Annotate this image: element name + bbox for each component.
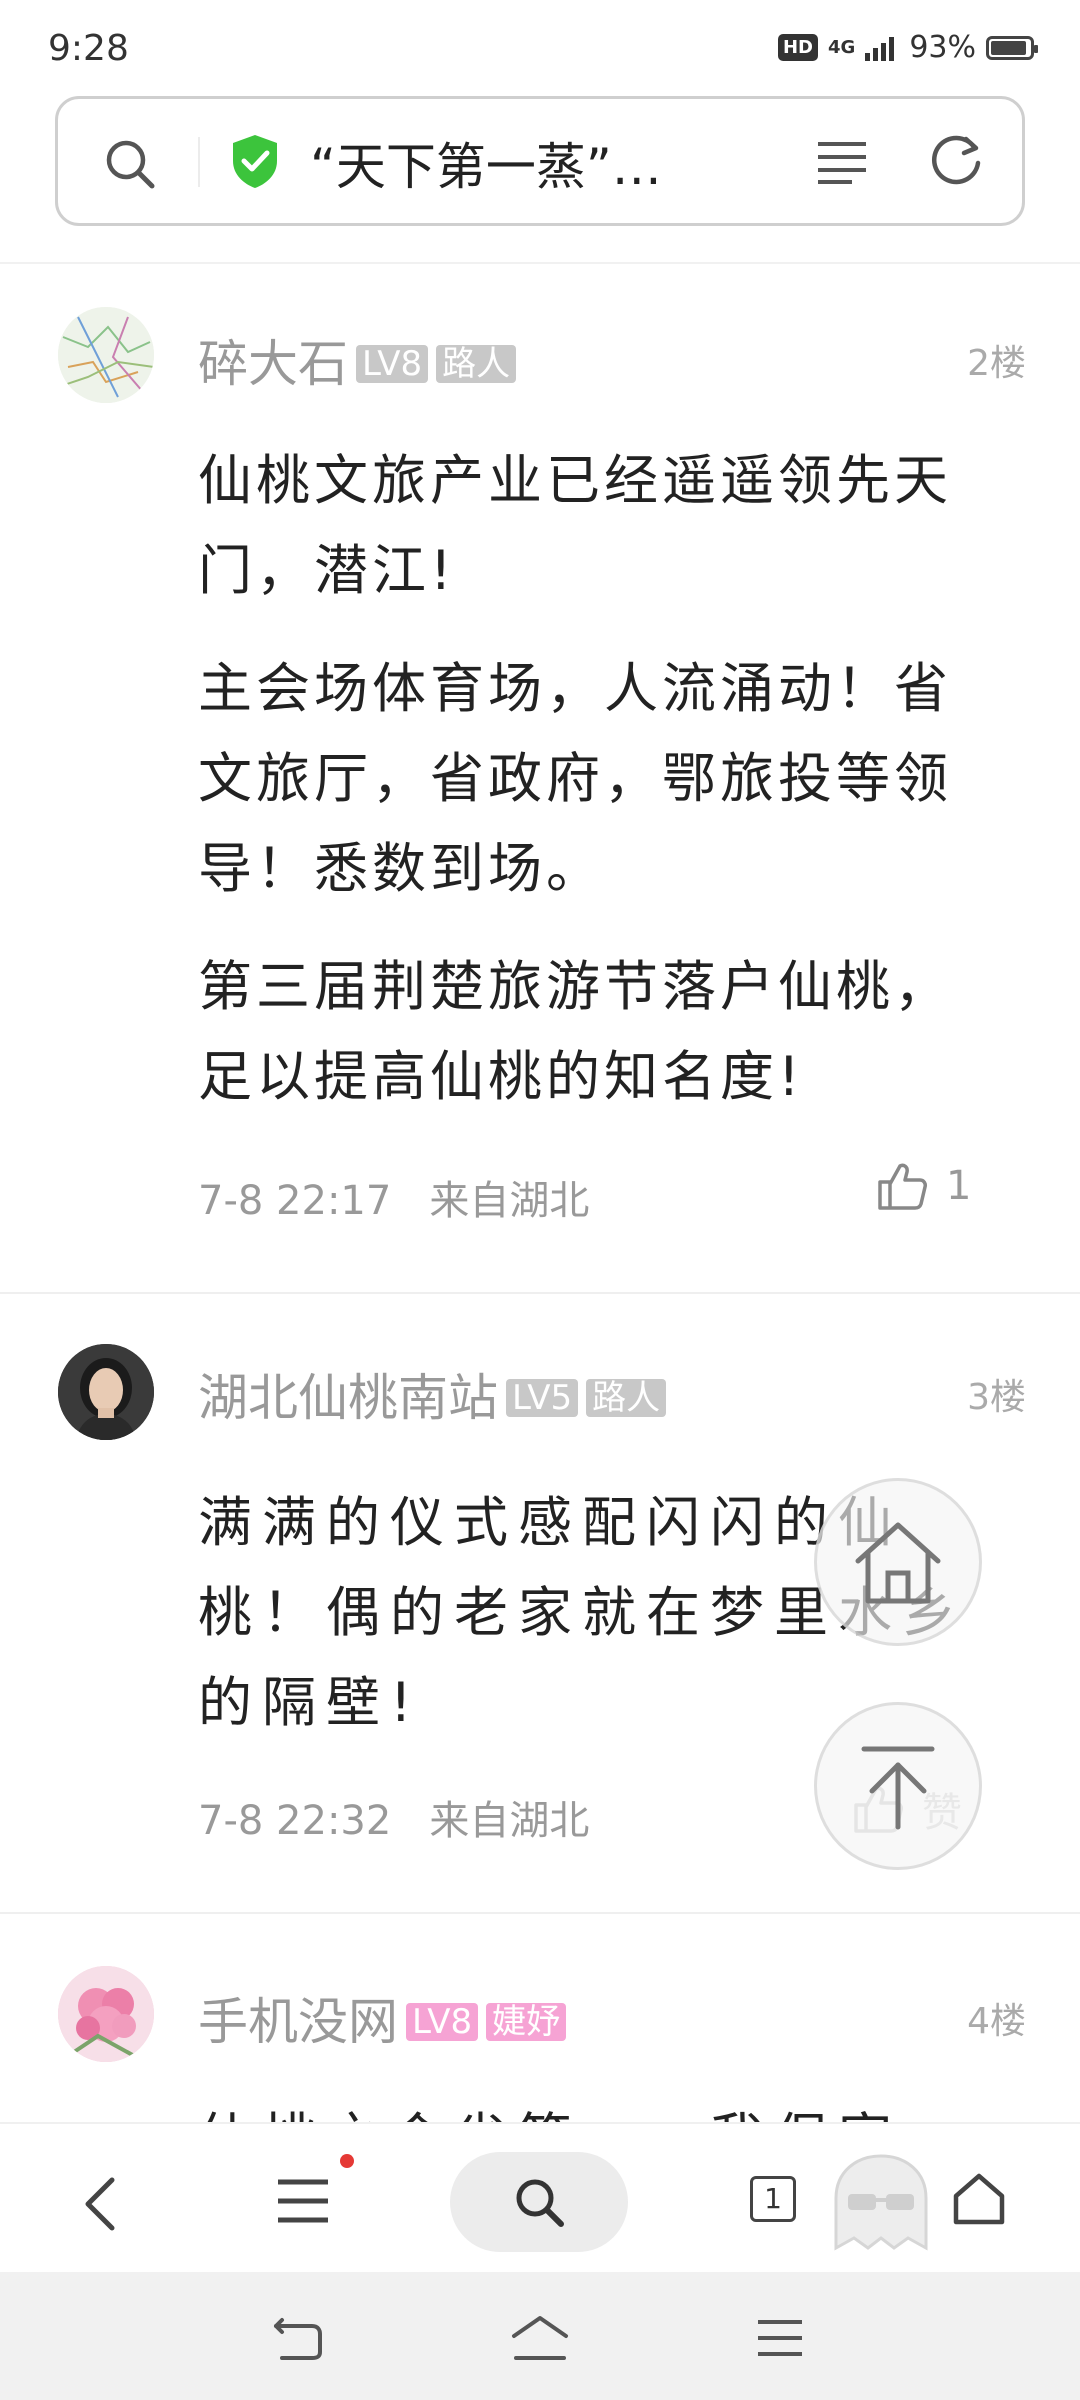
signal-icon bbox=[865, 36, 895, 61]
nav-home-icon[interactable] bbox=[510, 2314, 570, 2362]
comment-paragraph: 仙桃文旅产业已经遥遥领先天门，潜江! bbox=[198, 449, 952, 602]
search-button[interactable] bbox=[450, 2152, 628, 2252]
username[interactable]: 碎大石 bbox=[198, 335, 348, 393]
network-type: 4G bbox=[828, 37, 856, 58]
floor-number: 3楼 bbox=[967, 1377, 1026, 1418]
thumbs-up-icon[interactable] bbox=[876, 1160, 928, 1212]
floor-number: 2楼 bbox=[967, 343, 1026, 384]
flower-avatar-image bbox=[58, 1966, 154, 2062]
back-to-top-button[interactable] bbox=[814, 1702, 982, 1870]
like-count: 1 bbox=[946, 1163, 972, 1209]
search-icon[interactable] bbox=[512, 2175, 566, 2229]
title-badge: 路人 bbox=[436, 344, 517, 383]
comment-paragraph: 仙桃之会省笋……我保家2023 bbox=[198, 2094, 988, 2122]
shield-check-icon bbox=[233, 135, 277, 188]
nav-recents-icon[interactable] bbox=[756, 2318, 804, 2358]
username-row: 碎大石 LV8 路人 bbox=[198, 324, 517, 396]
battery-level bbox=[991, 40, 1026, 55]
home-icon[interactable] bbox=[952, 2172, 1006, 2226]
comment-meta: 7-8 22:17 来自湖北 bbox=[198, 1168, 589, 1226]
comment-paragraph: 第三届荆楚旅游节落户仙桃，足以提高仙桃的知名度! bbox=[198, 955, 952, 1108]
menu-icon[interactable] bbox=[276, 2178, 330, 2224]
battery-icon bbox=[986, 35, 1038, 60]
home-icon[interactable] bbox=[850, 1517, 946, 1607]
notification-dot bbox=[340, 2154, 354, 2168]
level-badge: LV8 bbox=[356, 344, 429, 383]
tabs-button[interactable]: 1 bbox=[750, 2176, 796, 2222]
comment-meta: 7-8 22:32 来自湖北 bbox=[198, 1788, 589, 1846]
avatar[interactable] bbox=[58, 1344, 154, 1440]
status-bar: 9:28 HD 4G 93% bbox=[0, 0, 1080, 96]
username-row: 湖北仙桃南站 LV5 路人 bbox=[198, 1358, 667, 1430]
page-title[interactable]: “天下第一蒸”… bbox=[310, 127, 662, 199]
home-float-button[interactable] bbox=[814, 1478, 982, 1646]
divider bbox=[0, 1292, 1080, 1294]
comment-floor-4: 手机没网LV8婕妤 4楼 仙桃之会省笋……我保家2023 bbox=[0, 1914, 1080, 2122]
refresh-icon[interactable] bbox=[926, 131, 986, 191]
search-icon[interactable] bbox=[103, 137, 157, 191]
reader-menu-icon[interactable] bbox=[816, 139, 868, 185]
battery-percent: 93% bbox=[909, 30, 976, 65]
incognito-ghost-icon[interactable] bbox=[826, 2148, 936, 2258]
address-bar[interactable]: “天下第一蒸”… bbox=[55, 96, 1025, 226]
comment-location: 来自湖北 bbox=[429, 1178, 590, 1224]
arrow-up-to-top-icon[interactable] bbox=[858, 1741, 938, 1831]
username[interactable]: 湖北仙桃南站 bbox=[198, 1369, 498, 1427]
username[interactable]: 手机没网 bbox=[198, 1993, 398, 2051]
username-row: 手机没网 LV8 婕妤 bbox=[198, 1982, 567, 2054]
browser-toolbar: 1 bbox=[0, 2122, 1080, 2272]
level-badge: LV8 bbox=[406, 2002, 479, 2041]
avatar[interactable] bbox=[58, 1966, 154, 2062]
title-badge: 路人 bbox=[586, 1378, 667, 1417]
hd-icon: HD bbox=[777, 34, 818, 61]
like-button[interactable]: 1 bbox=[876, 1160, 971, 1212]
nav-back-icon[interactable] bbox=[272, 2316, 324, 2362]
map-avatar-image bbox=[58, 307, 154, 403]
level-badge: LV5 bbox=[506, 1378, 579, 1417]
status-indicators: HD 4G 93% bbox=[777, 30, 1038, 65]
back-icon[interactable] bbox=[80, 2176, 120, 2232]
floor-number: 4楼 bbox=[967, 2001, 1026, 2042]
comment-time: 7-8 22:32 bbox=[198, 1798, 392, 1844]
avatar[interactable] bbox=[58, 307, 154, 403]
comment-location: 来自湖北 bbox=[429, 1798, 590, 1844]
title-badge: 婕妤 bbox=[486, 2002, 567, 2041]
portrait-avatar-image bbox=[58, 1344, 154, 1440]
status-time: 9:28 bbox=[48, 28, 129, 69]
system-nav-bar bbox=[0, 2272, 1080, 2400]
comment-time: 7-8 22:17 bbox=[198, 1178, 392, 1224]
divider bbox=[0, 262, 1080, 264]
comment-paragraph: 主会场体育场，人流涌动！省文旅厅，省政府，鄂旅投等领导！悉数到场。 bbox=[198, 657, 952, 900]
divider bbox=[198, 137, 200, 187]
